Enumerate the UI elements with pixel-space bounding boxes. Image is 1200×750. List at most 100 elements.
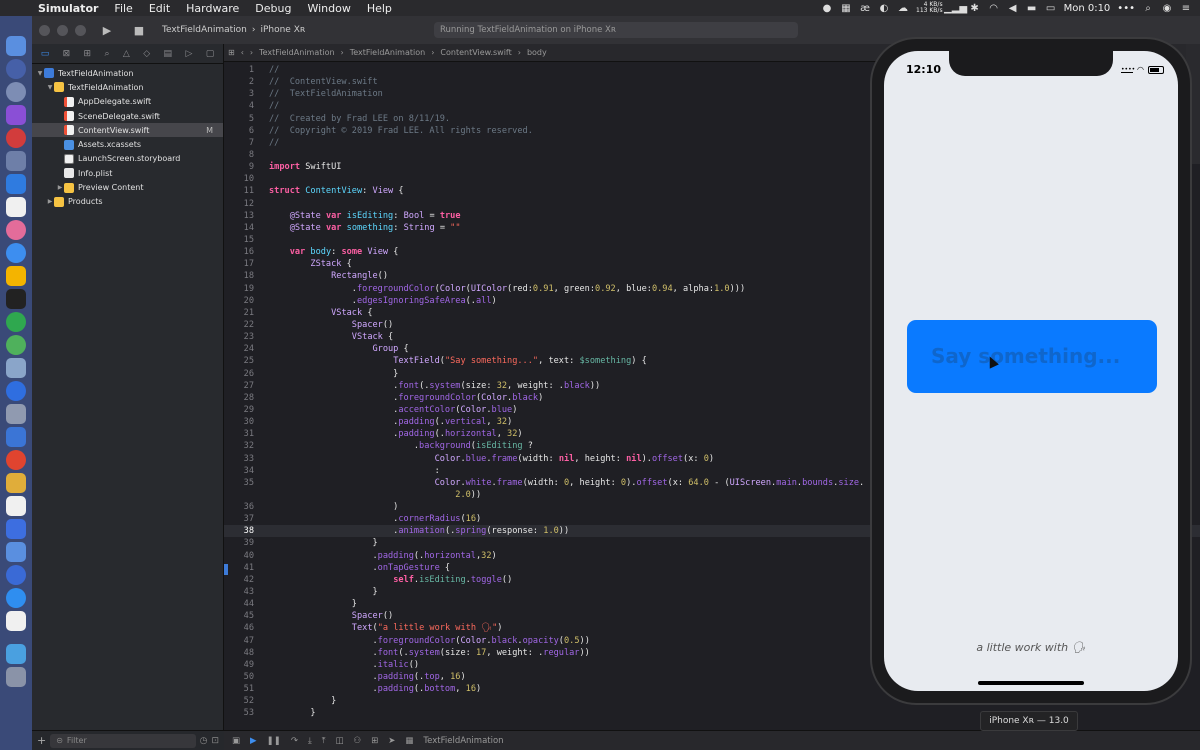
app-icon[interactable] [6, 335, 26, 355]
ae-icon[interactable]: æ [859, 3, 871, 14]
scheme-selector[interactable]: TextFieldAnimation › iPhone Xʀ [162, 25, 305, 35]
line-number[interactable]: 45 [224, 610, 254, 622]
memory-icon[interactable]: ⚇ [354, 736, 362, 746]
folder-icon[interactable]: ▭ [41, 49, 50, 59]
more-menu[interactable]: ••• [1117, 3, 1135, 14]
line-number[interactable]: 52 [224, 695, 254, 707]
menu-app-name[interactable]: Simulator [30, 2, 106, 15]
terminal-icon[interactable] [6, 289, 26, 309]
line-number[interactable]: 28 [224, 392, 254, 404]
line-number[interactable]: 49 [224, 659, 254, 671]
line-number[interactable]: 27 [224, 380, 254, 392]
line-number[interactable]: 33 [224, 453, 254, 465]
line-number[interactable]: 22 [224, 319, 254, 331]
line-number[interactable]: 37 [224, 513, 254, 525]
calendar-icon[interactable] [6, 197, 26, 217]
notion-icon[interactable] [6, 611, 26, 631]
menu-debug[interactable]: Debug [247, 2, 299, 15]
line-number[interactable]: 41 [224, 562, 254, 574]
add-icon[interactable]: + [37, 734, 46, 747]
test-icon[interactable]: ◇ [143, 49, 150, 59]
launchpad-icon[interactable] [6, 82, 26, 102]
disclosure-closed-icon[interactable]: ▶ [56, 184, 64, 191]
grid-icon[interactable]: ⊞ [228, 48, 235, 57]
line-number[interactable]: 1 [224, 64, 254, 76]
menu-window[interactable]: Window [299, 2, 358, 15]
location-icon[interactable]: ➤ [388, 736, 395, 746]
app-icon[interactable] [6, 151, 26, 171]
line-number[interactable]: 4 [224, 100, 254, 112]
photos-icon[interactable] [6, 220, 26, 240]
line-number[interactable]: 15 [224, 234, 254, 246]
navigator-item[interactable]: ▶ Preview Content [32, 180, 223, 194]
clock[interactable]: Mon 0:10 [1064, 3, 1111, 14]
console-icon[interactable]: ▣ [232, 736, 240, 746]
pause-icon[interactable]: ❚❚ [267, 736, 281, 746]
simulator-screen[interactable]: 12:10 •••• ◠ Say something... a little w… [884, 51, 1178, 691]
run-button[interactable]: ▶ [96, 22, 118, 38]
line-number[interactable]: 50 [224, 671, 254, 683]
line-number[interactable]: 21 [224, 307, 254, 319]
line-number[interactable]: 6 [224, 125, 254, 137]
maps-icon[interactable] [6, 381, 26, 401]
list-icon[interactable]: ≡ [1180, 3, 1192, 14]
wifi-icon[interactable]: ◠ [988, 3, 1000, 14]
disclosure-open-icon[interactable]: ▼ [36, 70, 44, 77]
disclosure-open-icon[interactable]: ▼ [46, 84, 54, 91]
navigator-item[interactable]: ContentView.swift M [32, 123, 223, 138]
line-number[interactable]: 23 [224, 331, 254, 343]
line-number[interactable]: 19 [224, 283, 254, 295]
line-number[interactable]: 47 [224, 635, 254, 647]
step-over-icon[interactable]: ↷ [291, 736, 298, 746]
forward-icon[interactable]: › [250, 48, 253, 57]
line-number[interactable]: 24 [224, 343, 254, 355]
app-icon[interactable] [6, 404, 26, 424]
line-number[interactable]: 2 [224, 76, 254, 88]
app-store-icon[interactable] [6, 588, 26, 608]
line-number[interactable]: 31 [224, 428, 254, 440]
line-number[interactable]: 32 [224, 440, 254, 452]
jump-symbol[interactable]: body [527, 48, 547, 57]
navigator-item[interactable]: SceneDelegate.swift [32, 109, 223, 123]
app-icon[interactable] [6, 128, 26, 148]
folder-icon[interactable] [6, 644, 26, 664]
line-number[interactable]: 51 [224, 683, 254, 695]
text-field[interactable]: Say something... [907, 320, 1157, 393]
drop-icon[interactable]: ◐ [878, 3, 890, 14]
siri-icon[interactable]: ◉ [1161, 3, 1173, 14]
grid-icon[interactable]: ▦ [840, 3, 852, 14]
line-number[interactable]: 35 [224, 477, 254, 489]
breakpoint-icon[interactable]: ▷ [185, 49, 192, 59]
navigator-item[interactable]: ▼ TextFieldAnimation [32, 66, 223, 80]
cloud-icon[interactable]: ☁ [897, 3, 909, 14]
search-icon[interactable]: ⌕ [104, 49, 109, 59]
bluetooth-icon[interactable]: ✱ [969, 3, 981, 14]
symbol-icon[interactable]: ⊞ [84, 49, 92, 59]
line-number[interactable]: 17 [224, 258, 254, 270]
line-number[interactable]: 29 [224, 404, 254, 416]
line-number[interactable]: 11 [224, 185, 254, 197]
record-icon[interactable]: ● [821, 3, 833, 14]
source-control-icon[interactable]: ⊠ [63, 49, 71, 59]
menu-edit[interactable]: Edit [141, 2, 178, 15]
close-button[interactable] [39, 24, 50, 36]
flag-icon[interactable]: ▬ [1026, 3, 1038, 14]
line-number[interactable]: 18 [224, 270, 254, 282]
finder-icon[interactable] [6, 36, 26, 56]
messages-icon[interactable] [6, 243, 26, 263]
line-number[interactable]: 12 [224, 198, 254, 210]
navigator-item[interactable]: LaunchScreen.storyboard [32, 152, 223, 166]
spotlight-icon[interactable]: ⌕ [1142, 3, 1154, 14]
menu-hardware[interactable]: Hardware [178, 2, 247, 15]
app-icon[interactable] [6, 174, 26, 194]
navigator-item[interactable]: ▶ Products [32, 195, 223, 209]
sketch-icon[interactable] [6, 266, 26, 286]
recent-icon[interactable]: ◷ [200, 736, 208, 746]
line-number[interactable]: 42 [224, 574, 254, 586]
jump-project[interactable]: TextFieldAnimation [259, 48, 334, 57]
menu-help[interactable]: Help [359, 2, 400, 15]
volume-icon[interactable]: ◀ [1007, 3, 1019, 14]
app-icon[interactable] [6, 105, 26, 125]
disclosure-closed-icon[interactable]: ▶ [46, 198, 54, 205]
jump-folder[interactable]: TextFieldAnimation [350, 48, 425, 57]
